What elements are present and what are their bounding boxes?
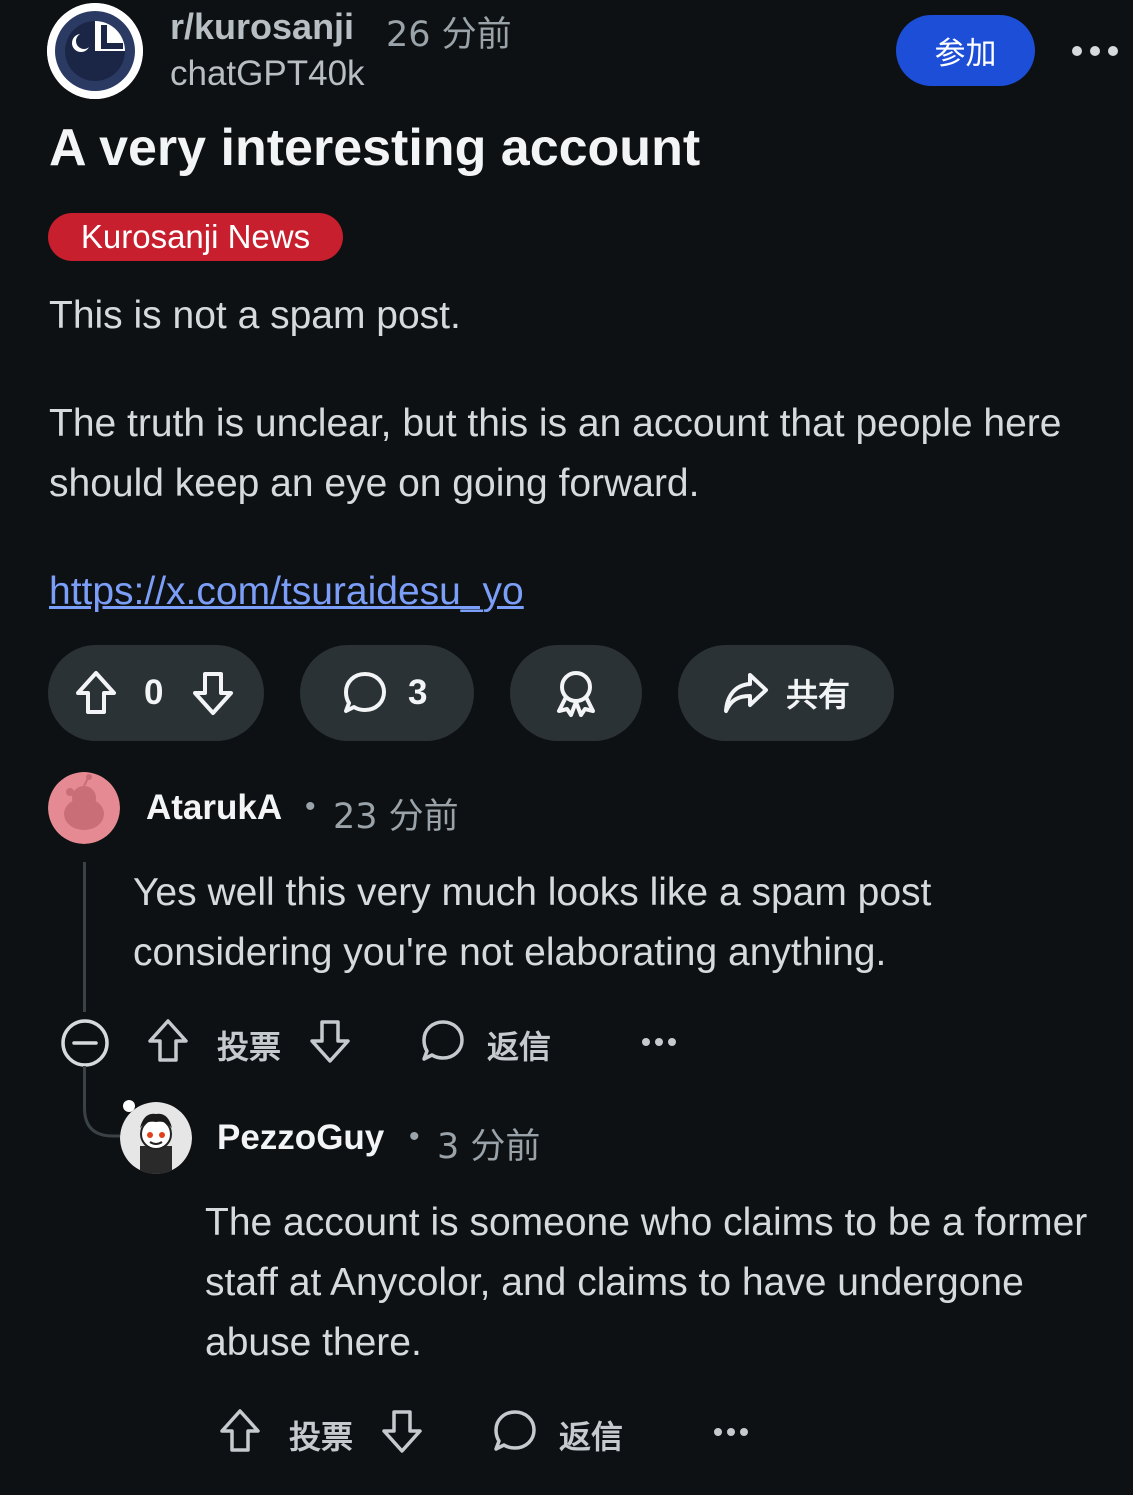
- vote-label: 投票: [217, 1028, 282, 1066]
- upvote-icon[interactable]: [146, 1018, 190, 1064]
- subreddit-name[interactable]: r/kurosanji: [170, 6, 354, 48]
- post-title: A very interesting account: [49, 119, 701, 177]
- award-icon: [554, 669, 598, 717]
- downvote-icon[interactable]: [191, 670, 235, 716]
- reply-label[interactable]: 返信: [559, 1412, 623, 1458]
- comment-body: Yes well this very much looks like a spa…: [133, 871, 932, 974]
- downvote-icon[interactable]: [380, 1408, 424, 1454]
- post-body-paragraph-2: The truth is unclear, but this is an acc…: [49, 402, 1062, 505]
- vote-label: 投票: [289, 1418, 354, 1456]
- upvote-icon[interactable]: [74, 670, 118, 716]
- share-button[interactable]: 共有: [678, 645, 894, 741]
- separator-dot: •: [409, 1120, 420, 1153]
- post-author[interactable]: chatGPT40k: [170, 54, 365, 94]
- share-label: 共有: [786, 676, 851, 714]
- subreddit-avatar[interactable]: [47, 3, 143, 99]
- comment-time: 3 分前: [437, 1127, 541, 1167]
- comment-body: The account is someone who claims to be …: [205, 1201, 1088, 1364]
- comment-username[interactable]: PezzoGuy: [217, 1118, 384, 1158]
- post-link[interactable]: https://x.com/tsuraidesu_yo: [49, 562, 524, 622]
- join-button[interactable]: 参加: [896, 15, 1035, 86]
- comment-username[interactable]: AtarukA: [146, 788, 282, 828]
- collapse-icon[interactable]: [60, 1018, 110, 1068]
- more-icon[interactable]: [1072, 36, 1118, 66]
- reply-icon[interactable]: [420, 1018, 466, 1064]
- comment-icon: [342, 670, 388, 716]
- reply-label[interactable]: 返信: [487, 1022, 551, 1068]
- downvote-icon[interactable]: [308, 1018, 352, 1064]
- comments-button[interactable]: 3: [300, 645, 474, 741]
- post-time: 26 分前: [386, 15, 512, 55]
- comment-time: 23 分前: [333, 797, 459, 837]
- vote-count: 0: [144, 673, 164, 712]
- post-body-paragraph-1: This is not a spam post.: [49, 294, 461, 337]
- reply-icon[interactable]: [492, 1408, 538, 1454]
- upvote-icon[interactable]: [218, 1408, 262, 1454]
- comment-count: 3: [408, 673, 428, 712]
- more-icon[interactable]: [642, 1038, 676, 1046]
- share-icon: [722, 671, 770, 715]
- status-dot: [123, 1100, 135, 1112]
- user-avatar[interactable]: [120, 1102, 192, 1174]
- separator-dot: •: [305, 790, 316, 823]
- post-flair[interactable]: Kurosanji News: [48, 213, 343, 261]
- user-avatar[interactable]: [48, 772, 120, 844]
- thread-line[interactable]: [83, 862, 86, 1012]
- vote-pill: 0: [48, 645, 264, 741]
- award-button[interactable]: [510, 645, 642, 741]
- more-icon[interactable]: [714, 1428, 748, 1436]
